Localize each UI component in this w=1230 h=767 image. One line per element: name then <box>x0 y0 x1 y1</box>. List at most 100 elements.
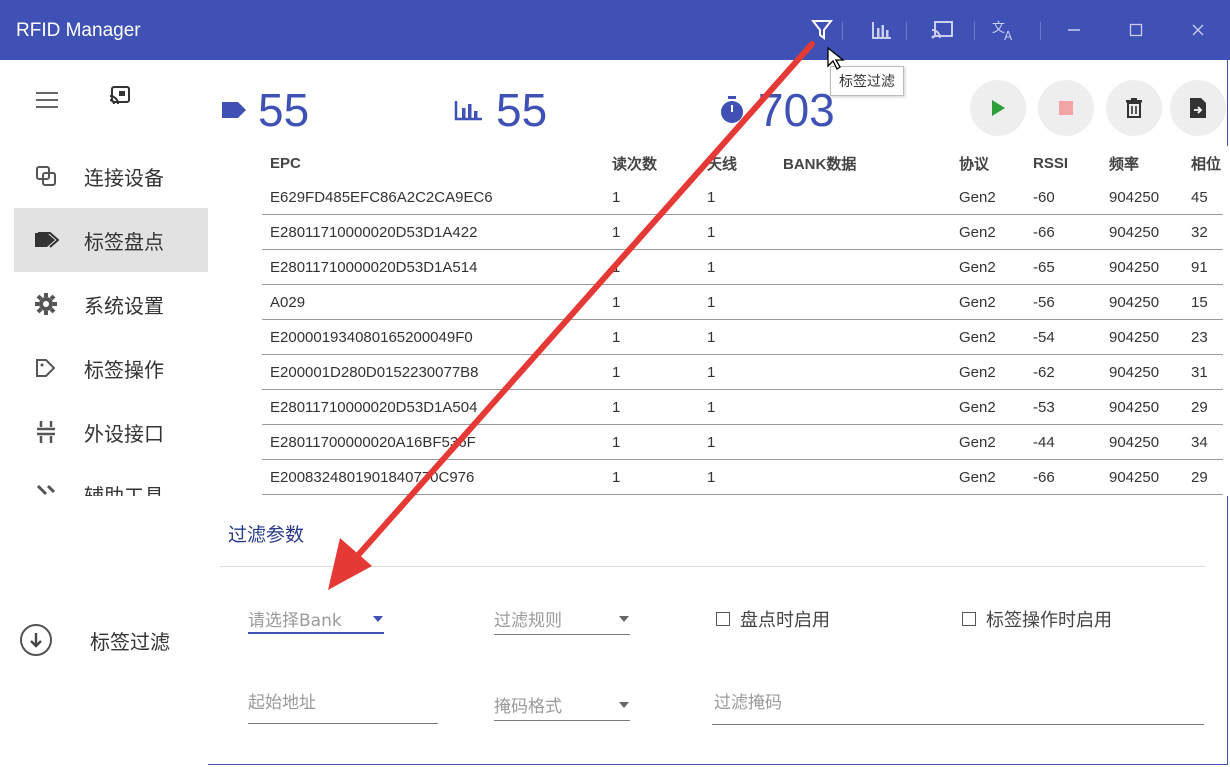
table-row[interactable]: E28011710000020D53D1A504 1 1 Gen2 -53 904250 2… <box>262 389 1223 425</box>
title-separator <box>974 22 975 40</box>
close-icon[interactable] <box>1182 14 1214 46</box>
table-cell: 1 <box>699 180 775 215</box>
table-cell: Gen2 <box>951 424 1025 460</box>
table-cell: A029 <box>262 284 604 320</box>
cast-icon[interactable] <box>108 84 132 108</box>
column-header[interactable]: 读次数 <box>604 146 699 180</box>
table-cell: Gen2 <box>951 284 1025 320</box>
table-cell: 1 <box>699 389 775 425</box>
checkbox-box <box>962 612 976 626</box>
table-cell: 1 <box>699 214 775 250</box>
column-header[interactable]: BANK数据 <box>775 146 951 180</box>
play-icon <box>992 100 1005 116</box>
table-cell <box>775 319 951 355</box>
table-cell <box>775 180 951 215</box>
tag-operation-enable-checkbox[interactable]: 标签操作时启用 <box>962 606 1112 632</box>
sidebar-item-label: 辅助工具 <box>84 484 164 496</box>
table-cell: 904250 <box>1101 389 1183 425</box>
translate-icon[interactable]: 文A <box>988 14 1020 46</box>
chevron-down-icon <box>619 702 629 708</box>
table-cell: 1 <box>604 424 699 460</box>
table-cell: -66 <box>1025 459 1101 495</box>
trash-icon <box>1126 98 1142 118</box>
table-cell <box>775 249 951 285</box>
table-cell: 45 <box>1183 180 1223 215</box>
sidebar-item-tag-filter[interactable]: 标签过滤 <box>20 616 200 664</box>
arrow-down-circle-icon <box>20 624 52 656</box>
title-separator <box>842 22 843 40</box>
column-header[interactable]: RSSI <box>1025 146 1101 180</box>
sidebar-item-label: 连接设备 <box>84 165 164 190</box>
filter-mask-placeholder: 过滤掩码 <box>714 693 782 713</box>
table-cell: Gen2 <box>951 354 1025 390</box>
column-header[interactable]: 相位 <box>1183 146 1223 180</box>
column-header[interactable]: 频率 <box>1101 146 1183 180</box>
table-cell: 23 <box>1183 319 1223 355</box>
table-row[interactable]: E200001D280D01522300​77B8 1 1 Gen2 -62 904250… <box>262 354 1223 390</box>
start-address-placeholder: 起始地址 <box>248 693 316 713</box>
maximize-icon[interactable] <box>1120 14 1152 46</box>
hamburger-menu-icon[interactable] <box>36 92 58 108</box>
table-cell: E629FD485EFC86A2C2CA9EC6 <box>262 180 604 215</box>
sidebar-item-tag-operations[interactable]: 标签操作 <box>14 336 208 400</box>
start-button[interactable] <box>970 80 1026 136</box>
sidebar-item-peripherals[interactable]: 外设接口 <box>14 400 208 464</box>
mouse-cursor-icon <box>827 46 845 70</box>
tag-table-container[interactable]: EPC 读次数 天线 BANK数据 协议 RSSI 频率 相位 E629FD48… <box>208 146 1230 496</box>
chevron-down-icon <box>619 616 629 622</box>
export-button[interactable] <box>1170 80 1226 136</box>
table-cell: -53 <box>1025 389 1101 425</box>
sidebar: 连接设备 标签盘点 系统设置 标签操作 外设接口 辅助工具 标签过滤 <box>0 60 208 767</box>
table-cell: E28011710000020D53D1A422 <box>262 214 604 250</box>
sidebar-item-tools[interactable]: 辅助工具 <box>14 464 208 496</box>
stop-icon <box>1059 101 1073 115</box>
table-cell: 904250 <box>1101 214 1183 250</box>
table-cell <box>775 424 951 460</box>
minimize-icon[interactable] <box>1058 14 1090 46</box>
sidebar-item-inventory[interactable]: 标签盘点 <box>14 208 208 272</box>
clear-button[interactable] <box>1106 80 1162 136</box>
divider <box>220 566 1205 567</box>
bank-select-placeholder: 请选择Bank <box>248 611 342 631</box>
checkbox-label: 盘点时启用 <box>740 610 830 631</box>
select-underline <box>494 720 630 721</box>
tag-count-value: 55 <box>258 84 310 136</box>
table-row[interactable]: E28011710000020D53D1A422 1 1 Gen2 -66 904250 3… <box>262 214 1223 250</box>
table-cell: 1 <box>604 354 699 390</box>
inventory-enable-checkbox[interactable]: 盘点时启用 <box>716 606 830 632</box>
tag-icon <box>222 102 246 118</box>
table-cell: E28011710000020D53D1A504 <box>262 389 604 425</box>
table-row[interactable]: E20083248​01901840770C976 1 1 Gen2 -66 904250… <box>262 459 1223 495</box>
column-header[interactable]: EPC <box>262 146 604 180</box>
table-cell <box>775 284 951 320</box>
table-row[interactable]: A029 1 1 Gen2 -56 904250 15 <box>262 284 1223 320</box>
table-cell: 904250 <box>1101 319 1183 355</box>
table-cell: 904250 <box>1101 424 1183 460</box>
table-cell: 15 <box>1183 284 1223 320</box>
table-cell: 1 <box>699 284 775 320</box>
sidebar-item-settings[interactable]: 系统设置 <box>14 272 208 336</box>
column-header[interactable]: 协议 <box>951 146 1025 180</box>
table-cell: 1 <box>604 319 699 355</box>
tools-icon <box>32 480 60 496</box>
table-cell: 904250 <box>1101 459 1183 495</box>
column-header[interactable]: 天线 <box>699 146 775 180</box>
input-underline <box>712 724 1204 725</box>
table-cell: 32 <box>1183 214 1223 250</box>
gear-icon <box>32 290 60 318</box>
sidebar-item-label: 标签过滤 <box>90 629 170 654</box>
table-cell <box>775 459 951 495</box>
table-cell: 34 <box>1183 424 1223 460</box>
table-row[interactable]: E28011710000020D53D1A514 1 1 Gen2 -65 904250 9… <box>262 249 1223 285</box>
filter-icon[interactable] <box>806 14 838 46</box>
cast-icon[interactable] <box>926 14 958 46</box>
chart-icon[interactable] <box>866 14 898 46</box>
table-row[interactable]: E629FD485EFC86A2C2CA9EC6 1 1 Gen2 -60 904250 4… <box>262 180 1223 215</box>
sidebar-item-connect[interactable]: 连接设备 <box>14 144 208 208</box>
read-count-stat: 55 <box>454 82 547 138</box>
table-row[interactable]: E20000193408016520004​9F0 1 1 Gen2 -54 904250… <box>262 319 1223 355</box>
table-cell: 91 <box>1183 249 1223 285</box>
stop-button[interactable] <box>1038 80 1094 136</box>
timer-stat: 703 <box>718 82 835 138</box>
table-row[interactable]: E28011700000020A16BF536F 1 1 Gen2 -44 904250 3… <box>262 424 1223 460</box>
